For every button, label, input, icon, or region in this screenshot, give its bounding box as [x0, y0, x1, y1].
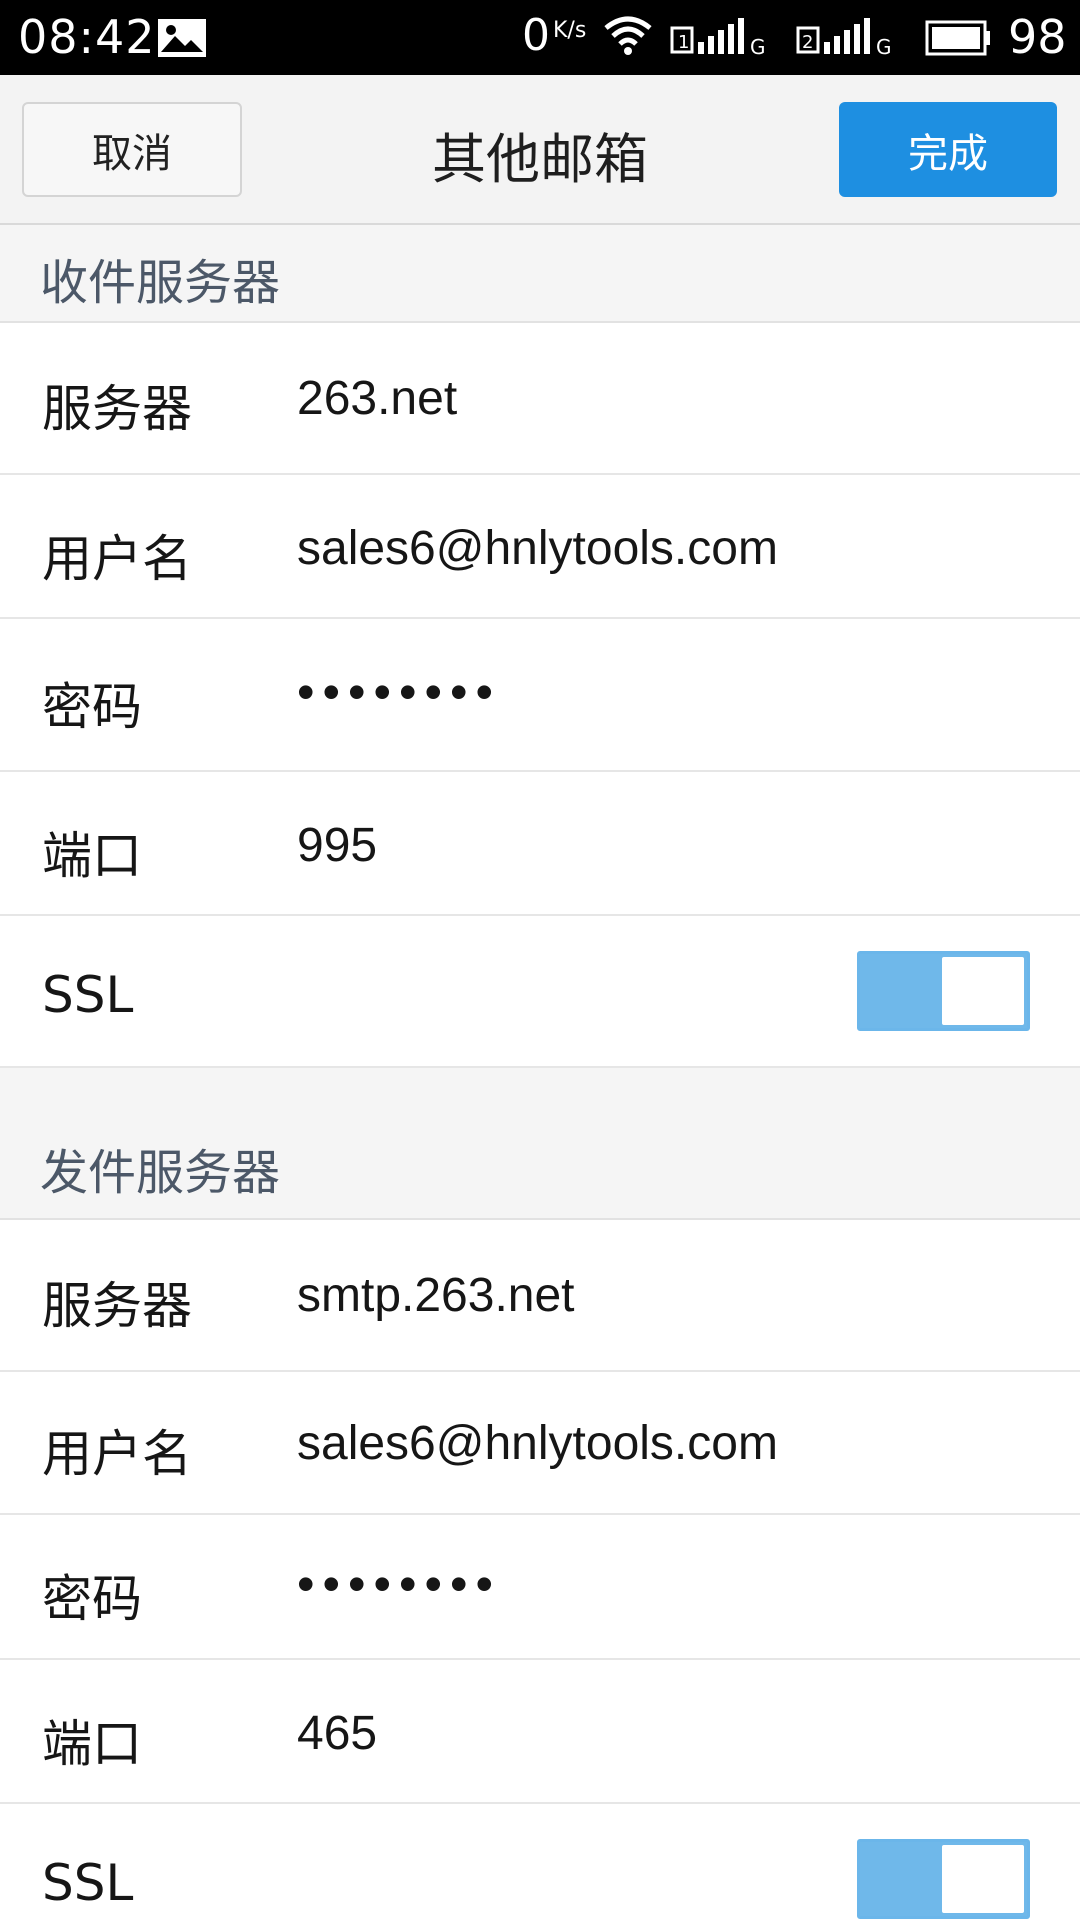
battery-level: 98 [1008, 10, 1067, 64]
outgoing-ssl-toggle[interactable] [857, 1839, 1030, 1919]
outgoing-server-row[interactable]: 服务器 smtp.263.net [0, 1220, 1080, 1372]
username-label: 用户名 [42, 1425, 192, 1483]
title-bar: 取消 其他邮箱 完成 [0, 75, 1080, 225]
net-speed: 0 [522, 10, 550, 61]
image-icon [158, 19, 206, 57]
outgoing-password-row[interactable]: 密码 •••••••• [0, 1515, 1080, 1660]
incoming-server-header: 收件服务器 [0, 225, 1080, 323]
signal-icon: 2 G [796, 18, 892, 58]
outgoing-server-header: 发件服务器 [0, 1068, 1080, 1220]
ssl-label: SSL [42, 1854, 134, 1912]
status-time: 08:42 [18, 10, 156, 64]
password-label: 密码 [42, 1570, 142, 1628]
outgoing-ssl-row: SSL [0, 1804, 1080, 1920]
outgoing-server-field[interactable]: smtp.263.net [297, 1268, 575, 1323]
incoming-username-row[interactable]: 用户名 sales6@hnlytools.com [0, 475, 1080, 619]
toggle-knob [942, 1845, 1024, 1913]
outgoing-port-field[interactable]: 465 [297, 1706, 377, 1761]
incoming-port-row[interactable]: 端口 995 [0, 772, 1080, 916]
ssl-label: SSL [42, 966, 134, 1024]
section-title: 收件服务器 [40, 255, 281, 311]
svg-text:G: G [876, 35, 892, 58]
incoming-server-field[interactable]: 263.net [297, 371, 457, 426]
outgoing-username-field[interactable]: sales6@hnlytools.com [297, 1416, 778, 1471]
toggle-knob [942, 957, 1024, 1025]
outgoing-port-row[interactable]: 端口 465 [0, 1660, 1080, 1804]
incoming-server-row[interactable]: 服务器 263.net [0, 323, 1080, 475]
status-bar: 08:42 0 K/s 1 G 2 G 98 [0, 0, 1080, 75]
port-label: 端口 [42, 1715, 142, 1773]
section-title: 发件服务器 [40, 1145, 281, 1201]
server-label: 服务器 [42, 380, 192, 438]
svg-text:1: 1 [678, 32, 689, 53]
svg-text:G: G [750, 35, 766, 58]
battery-icon [925, 20, 990, 56]
incoming-port-field[interactable]: 995 [297, 818, 377, 873]
outgoing-password-field[interactable]: •••••••• [297, 1555, 501, 1613]
incoming-password-row[interactable]: 密码 •••••••• [0, 619, 1080, 772]
net-speed-unit: K/s [553, 18, 587, 43]
incoming-ssl-toggle[interactable] [857, 951, 1030, 1031]
incoming-password-field[interactable]: •••••••• [297, 663, 501, 721]
wifi-icon [604, 16, 652, 55]
done-button[interactable]: 完成 [839, 102, 1057, 197]
screen: 08:42 0 K/s 1 G 2 G 98 取消 其他邮箱 完成 收件服务器 … [0, 0, 1080, 1920]
server-label: 服务器 [42, 1277, 192, 1335]
incoming-username-field[interactable]: sales6@hnlytools.com [297, 521, 778, 576]
signal-icon: 1 G [670, 18, 766, 58]
incoming-ssl-row: SSL [0, 916, 1080, 1068]
password-label: 密码 [42, 678, 142, 736]
outgoing-username-row[interactable]: 用户名 sales6@hnlytools.com [0, 1372, 1080, 1515]
port-label: 端口 [42, 827, 142, 885]
username-label: 用户名 [42, 530, 192, 588]
svg-text:2: 2 [802, 32, 813, 53]
